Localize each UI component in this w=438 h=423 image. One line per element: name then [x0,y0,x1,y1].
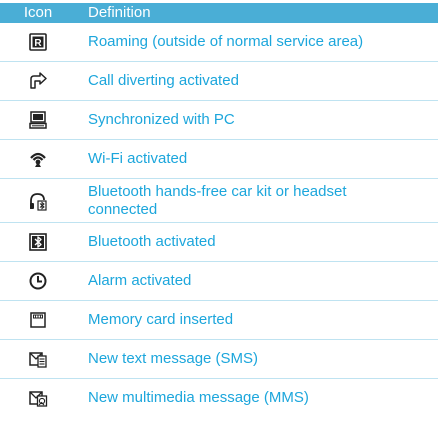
table-row: New text message (SMS) [0,339,438,379]
bt-headset-icon [28,191,48,211]
svg-text:R: R [34,38,42,49]
definition-text: New text message (SMS) [76,339,438,379]
icon-definition-table: Icon Definition R Roaming (outside of no… [0,3,438,417]
definition-text: New multimedia message (MMS) [88,389,309,406]
memory-card-icon [28,310,48,330]
alarm-icon [28,271,48,291]
roaming-icon: R [28,32,48,52]
definition-text: Synchronized with PC [76,100,438,140]
table-row: Bluetooth hands-free car kit or headset … [0,178,438,223]
header-icon: Icon [0,3,76,23]
table-row: Synchronized with PC [0,100,438,140]
table-row: Alarm activated [0,261,438,301]
definition-text: Bluetooth hands-free car kit or headset … [76,178,438,223]
table-header-row: Icon Definition [0,3,438,23]
definition-text: Roaming (outside of normal service area) [76,23,438,62]
definition-text: Memory card inserted [76,300,438,340]
pc-sync-icon [28,110,48,130]
table-row: Wi-Fi activated [0,139,438,179]
definition-text: Bluetooth activated [76,222,438,262]
definition-text: Call diverting activated [76,61,438,101]
table-row: Call diverting activated [0,61,438,101]
definition-text: Wi-Fi activated [76,139,438,179]
wifi-icon [28,149,48,169]
definition-text: Alarm activated [76,261,438,301]
call-divert-icon [28,71,48,91]
table-row: Bluetooth activated [0,222,438,262]
sms-icon [28,349,48,369]
table-row: Memory card inserted [0,300,438,340]
table-row: New multimedia message (MMS) [0,379,438,418]
table-row: R Roaming (outside of normal service are… [0,23,438,62]
bluetooth-icon [28,232,48,252]
mms-icon [28,388,48,408]
header-definition: Definition [76,3,438,23]
